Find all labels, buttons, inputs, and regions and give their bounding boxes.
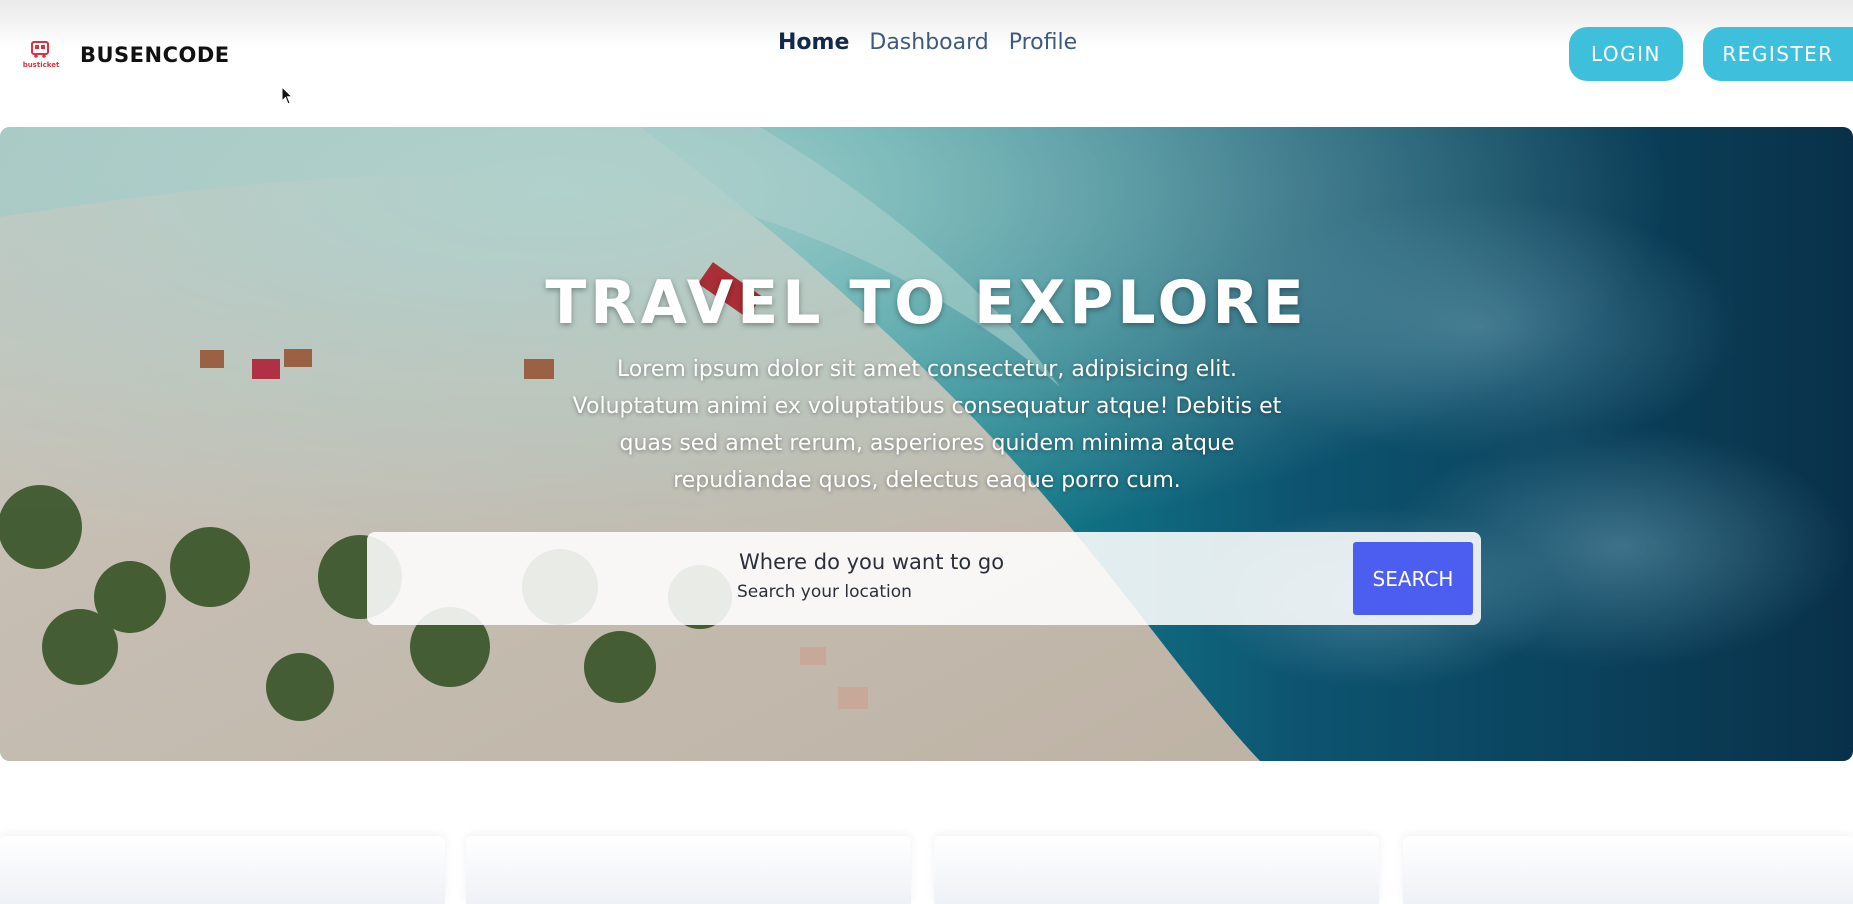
hero-title: TRAVEL TO EXPLORE <box>545 268 1308 338</box>
nav-link-profile[interactable]: Profile <box>1009 30 1077 55</box>
search-label: Where do you want to go <box>739 550 1005 574</box>
brand-name: BUSENCODE <box>80 43 230 67</box>
cards-row <box>0 836 1853 904</box>
nav-link-dashboard[interactable]: Dashboard <box>869 30 988 55</box>
search-button[interactable]: SEARCH <box>1353 542 1473 615</box>
card[interactable] <box>1403 836 1853 904</box>
nav-link-home[interactable]: Home <box>778 30 849 55</box>
hero-description: Lorem ipsum dolor sit amet consectetur, … <box>572 357 1282 493</box>
logo-text: busticket <box>23 61 60 69</box>
mouse-cursor-icon <box>281 86 293 105</box>
search-box: Where do you want to go SEARCH <box>367 532 1481 625</box>
card[interactable] <box>466 836 911 904</box>
top-navbar: busticket BUSENCODE Home Dashboard Profi… <box>0 0 1853 120</box>
login-button[interactable]: LOGIN <box>1569 27 1683 81</box>
main-nav: Home Dashboard Profile <box>778 30 1077 55</box>
brand[interactable]: busticket BUSENCODE <box>22 40 230 70</box>
search-input[interactable] <box>737 582 1097 602</box>
register-button[interactable]: REGISTER <box>1703 27 1853 81</box>
card[interactable] <box>934 836 1379 904</box>
busticket-logo: busticket <box>22 40 60 70</box>
card[interactable] <box>0 836 445 904</box>
